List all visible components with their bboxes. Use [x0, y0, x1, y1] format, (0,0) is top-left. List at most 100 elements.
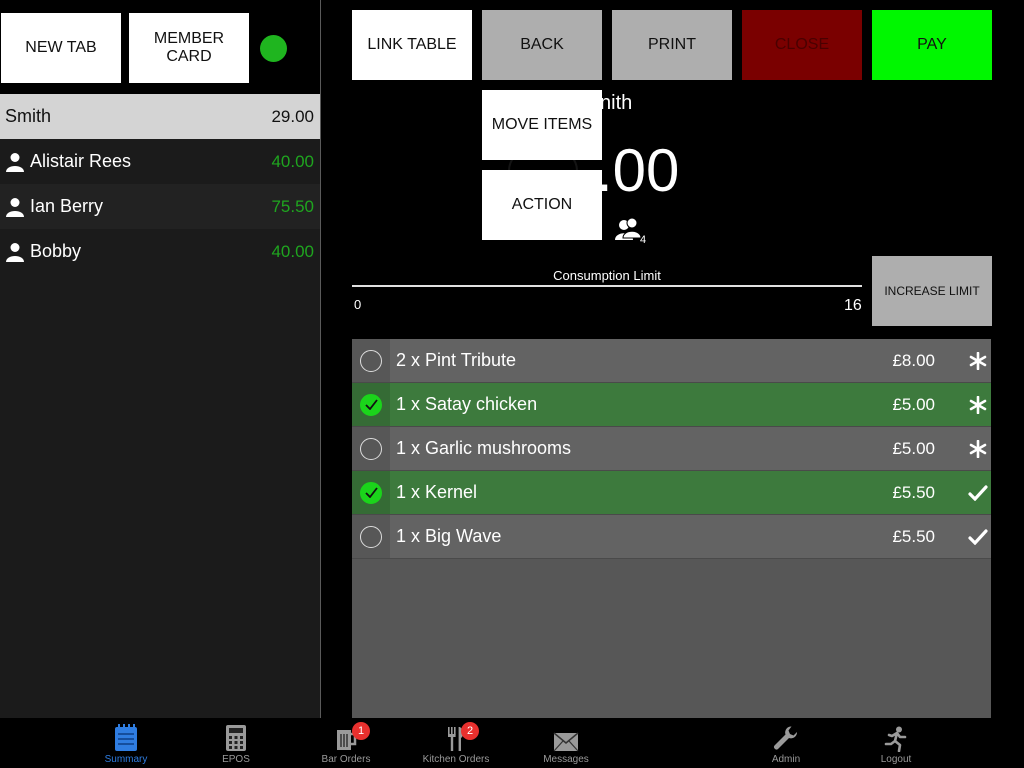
person-icon	[6, 197, 24, 217]
nav-logout[interactable]: Logout	[851, 718, 941, 768]
nav-epos[interactable]: EPOS	[191, 718, 281, 768]
running-man-icon	[884, 726, 907, 752]
tabs-panel: NEW TAB MEMBER CARD Smith 29.00 Alistair…	[0, 0, 320, 718]
item-select-toggle[interactable]	[352, 427, 390, 470]
asterisk-icon	[967, 395, 989, 414]
back-label: BACK	[520, 36, 564, 53]
pay-label: PAY	[917, 36, 947, 53]
move-items-button[interactable]: MOVE ITEMS	[482, 90, 602, 160]
close-button[interactable]: CLOSE	[742, 10, 862, 80]
unchecked-circle-icon	[360, 437, 382, 460]
nav-messages[interactable]: Messages	[521, 718, 611, 768]
nav-kitchen-orders-label: Kitchen Orders	[422, 754, 490, 765]
guests-icon	[615, 218, 642, 240]
check-icon	[967, 528, 989, 545]
item-select-toggle[interactable]	[352, 515, 390, 558]
order-item-row[interactable]: 1 x Garlic mushrooms £5.00	[352, 427, 991, 471]
tab-title: nith	[600, 92, 633, 114]
item-description: 1 x Kernel	[396, 482, 478, 502]
member-card-button[interactable]: MEMBER CARD	[129, 13, 249, 83]
envelope-icon	[553, 732, 579, 752]
connection-status-indicator	[260, 35, 287, 62]
tab-total: .00	[596, 137, 680, 204]
print-button[interactable]: PRINT	[612, 10, 732, 80]
action-button[interactable]: ACTION	[482, 170, 602, 240]
order-item-row[interactable]: 1 x Kernel £5.50	[352, 471, 991, 515]
tab-row[interactable]: Smith 29.00	[0, 94, 320, 139]
panel-divider	[320, 0, 321, 718]
nav-kitchen-orders[interactable]: 2 Kitchen Orders	[411, 718, 501, 768]
wrench-icon	[774, 726, 798, 750]
pos-app: NEW TAB MEMBER CARD Smith 29.00 Alistair…	[0, 0, 1024, 768]
tab-name: Smith	[5, 106, 52, 126]
nav-admin[interactable]: Admin	[741, 718, 831, 768]
order-item-row[interactable]: 1 x Satay chicken £5.00	[352, 383, 991, 427]
item-price: £8.00	[892, 350, 935, 370]
consumption-limit-bar	[352, 285, 862, 287]
consumption-limit-label: Consumption Limit	[553, 268, 661, 283]
tab-name: Alistair Rees	[30, 151, 132, 171]
item-select-toggle[interactable]	[352, 471, 390, 514]
guest-count: 4	[640, 234, 647, 246]
tab-amount: 75.50	[271, 196, 314, 216]
item-select-toggle[interactable]	[352, 339, 390, 382]
nav-logout-label: Logout	[880, 754, 912, 765]
back-button[interactable]: BACK	[482, 10, 602, 80]
unchecked-circle-icon	[360, 349, 382, 372]
tabs-panel-header: NEW TAB MEMBER CARD	[0, 0, 320, 94]
nav-bar-orders-label: Bar Orders	[321, 754, 371, 765]
nav-summary-label: Summary	[104, 754, 148, 765]
nav-messages-label: Messages	[543, 754, 589, 765]
consumption-limit-max: 16	[844, 297, 862, 314]
check-icon	[967, 484, 989, 501]
calculator-icon	[226, 725, 246, 751]
tab-row[interactable]: Alistair Rees 40.00	[0, 139, 320, 184]
new-tab-label: NEW TAB	[25, 39, 97, 56]
notepad-icon	[115, 724, 137, 751]
close-label: CLOSE	[774, 36, 830, 53]
order-item-row[interactable]: 2 x Pint Tribute £8.00	[352, 339, 991, 383]
unchecked-circle-icon	[360, 525, 382, 548]
nav-bar-orders[interactable]: 1 Bar Orders	[301, 718, 391, 768]
new-tab-button[interactable]: NEW TAB	[1, 13, 121, 83]
item-description: 1 x Satay chicken	[396, 394, 538, 414]
tab-row[interactable]: Ian Berry 75.50	[0, 184, 320, 229]
increase-limit-label: INCREASE LIMIT	[884, 284, 980, 298]
tab-row[interactable]: Bobby 40.00	[0, 229, 320, 274]
item-select-toggle[interactable]	[352, 383, 390, 426]
checked-circle-icon	[360, 393, 382, 416]
item-description: 1 x Garlic mushrooms	[396, 438, 572, 458]
item-description: 1 x Big Wave	[396, 526, 502, 546]
member-card-label-line2: CARD	[166, 48, 212, 65]
tab-name: Ian Berry	[30, 196, 104, 216]
consumption-limit-min: 0	[354, 297, 362, 312]
person-icon	[6, 242, 24, 262]
bottom-navigation: Summary EPOS 1 Bar Orders 2 Kitchen Orde…	[0, 718, 1024, 768]
tab-amount: 29.00	[271, 106, 314, 126]
bar-orders-badge: 1	[352, 722, 370, 740]
checked-circle-icon	[360, 481, 382, 504]
tab-name: Bobby	[30, 241, 82, 261]
asterisk-icon	[967, 439, 989, 458]
order-item-row[interactable]: 1 x Big Wave £5.50	[352, 515, 991, 559]
item-price: £5.00	[892, 394, 935, 414]
nav-summary[interactable]: Summary	[81, 718, 171, 768]
order-items-list: 2 x Pint Tribute £8.00 1 x Satay chicken…	[352, 339, 991, 718]
asterisk-icon	[967, 351, 989, 370]
print-label: PRINT	[648, 36, 696, 53]
tab-amount: 40.00	[271, 241, 314, 261]
item-price: £5.00	[892, 438, 935, 458]
nav-epos-label: EPOS	[222, 754, 250, 765]
item-price: £5.50	[892, 526, 935, 546]
person-icon	[6, 152, 24, 172]
member-card-label-line1: MEMBER	[153, 30, 225, 47]
increase-limit-button[interactable]: INCREASE LIMIT	[872, 256, 992, 326]
action-label: ACTION	[511, 196, 573, 213]
tabs-list: Smith 29.00 Alistair Rees 40.00 Ian Berr…	[0, 94, 320, 274]
link-table-label: LINK TABLE	[367, 36, 457, 53]
nav-admin-label: Admin	[771, 754, 801, 765]
link-table-button[interactable]: LINK TABLE	[352, 10, 472, 80]
pay-button[interactable]: PAY	[872, 10, 992, 80]
move-items-label: MOVE ITEMS	[491, 116, 593, 133]
item-description: 2 x Pint Tribute	[396, 350, 517, 370]
